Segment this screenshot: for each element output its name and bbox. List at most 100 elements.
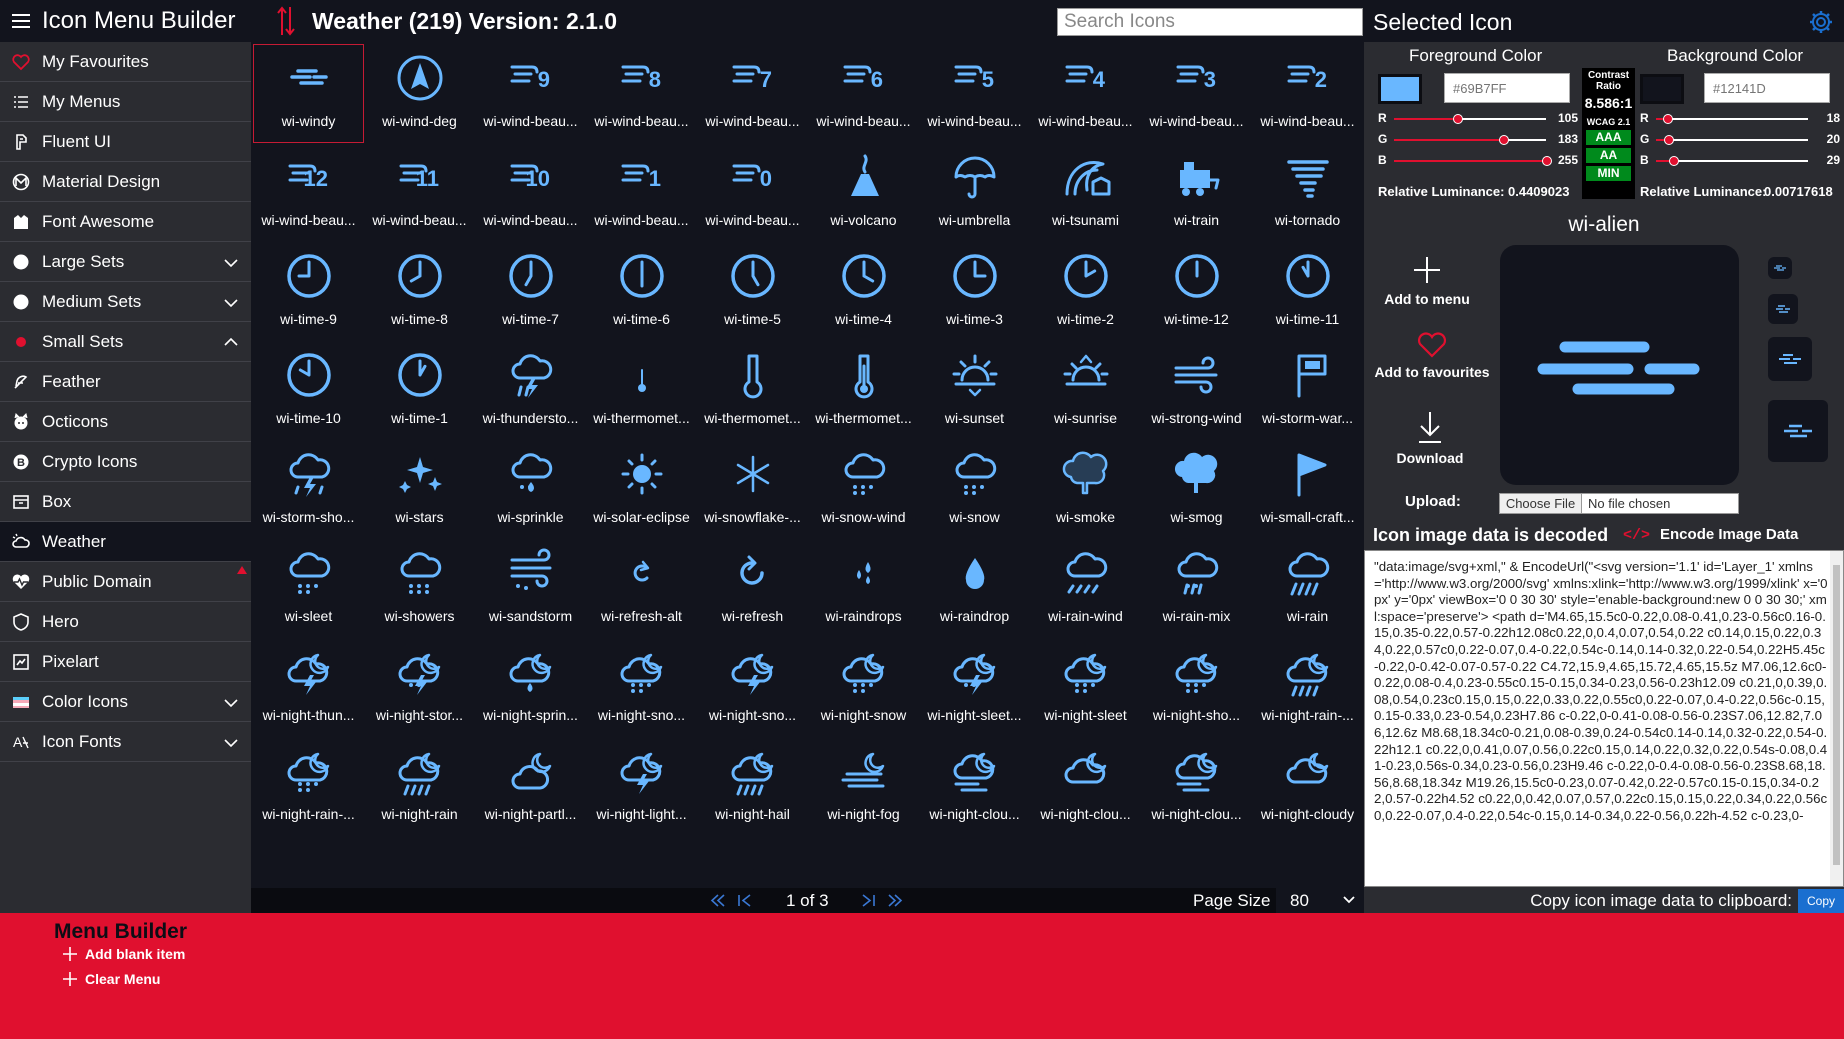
icon-tile[interactable]: wi-time-10 — [253, 341, 364, 440]
icon-tile[interactable]: wi-showers — [364, 539, 475, 638]
foreground-hex-input[interactable] — [1444, 73, 1570, 103]
icon-tile[interactable]: wi-raindrop — [919, 539, 1030, 638]
icon-tile[interactable]: wi-night-thun... — [253, 638, 364, 737]
icon-tile[interactable]: wi-time-12 — [1141, 242, 1252, 341]
icon-tile[interactable]: wi-windy — [253, 44, 364, 143]
sidebar-item-large-sets[interactable]: Large Sets — [0, 242, 251, 282]
preview-size-xs[interactable] — [1768, 257, 1792, 279]
add-to-menu-button[interactable]: Add to menu — [1375, 255, 1479, 307]
icon-tile[interactable]: wi-snow — [919, 440, 1030, 539]
icon-tile[interactable]: wi-time-8 — [364, 242, 475, 341]
slider-thumb[interactable] — [1664, 135, 1674, 145]
icon-tile[interactable]: wi-thermomet... — [586, 341, 697, 440]
icon-tile[interactable]: wi-sunset — [919, 341, 1030, 440]
icon-tile[interactable]: wi-night-rain-... — [1252, 638, 1363, 737]
icon-tile[interactable]: wi-strong-wind — [1141, 341, 1252, 440]
sidebar-item-hero[interactable]: Hero — [0, 602, 251, 642]
icon-tile[interactable]: wi-train — [1141, 143, 1252, 242]
icon-tile[interactable]: wi-umbrella — [919, 143, 1030, 242]
icon-tile[interactable]: wi-thermomet... — [808, 341, 919, 440]
icon-tile[interactable]: wi-rain-mix — [1141, 539, 1252, 638]
last-page-icon[interactable] — [886, 892, 904, 909]
add-blank-item-button[interactable]: Add blank item — [63, 946, 185, 962]
sidebar-item-octicons[interactable]: Octicons — [0, 402, 251, 442]
icon-tile[interactable]: wi-raindrops — [808, 539, 919, 638]
icon-tile[interactable]: 10 wi-wind-beau... — [475, 143, 586, 242]
chevron-down-icon[interactable] — [211, 682, 251, 722]
icon-tile[interactable]: wi-night-sno... — [697, 638, 808, 737]
sidebar-item-material-design[interactable]: Material Design — [0, 162, 251, 202]
icon-tile[interactable]: wi-time-3 — [919, 242, 1030, 341]
icon-tile[interactable]: wi-time-11 — [1252, 242, 1363, 341]
clear-menu-button[interactable]: Clear Menu — [63, 971, 160, 987]
slider-thumb[interactable] — [1453, 114, 1463, 124]
scroll-thumb[interactable] — [1833, 565, 1840, 865]
chevron-down-icon[interactable] — [211, 242, 251, 282]
icon-tile[interactable]: wi-rain — [1252, 539, 1363, 638]
icon-tile[interactable]: wi-thundersto... — [475, 341, 586, 440]
icon-tile[interactable]: wi-night-sno... — [586, 638, 697, 737]
next-page-icon[interactable] — [859, 892, 877, 909]
icon-tile[interactable]: 6 wi-wind-beau... — [808, 44, 919, 143]
search-input[interactable] — [1057, 8, 1363, 36]
hamburger-menu-icon[interactable] — [0, 0, 42, 42]
icon-tile[interactable]: 8 wi-wind-beau... — [586, 44, 697, 143]
icon-tile[interactable]: wi-volcano — [808, 143, 919, 242]
icon-tile[interactable]: 2 wi-wind-beau... — [1252, 44, 1363, 143]
icon-tile[interactable]: wi-night-sleet — [1030, 638, 1141, 737]
icon-tile[interactable]: wi-small-craft... — [1252, 440, 1363, 539]
preview-size-sm[interactable] — [1768, 294, 1798, 324]
icon-tile[interactable]: wi-night-hail — [697, 737, 808, 836]
icon-tile[interactable]: wi-time-2 — [1030, 242, 1141, 341]
icon-tile[interactable]: wi-refresh — [697, 539, 808, 638]
icon-tile[interactable]: wi-night-rain — [364, 737, 475, 836]
icon-tile[interactable]: wi-refresh-alt — [586, 539, 697, 638]
icon-tile[interactable]: wi-sleet — [253, 539, 364, 638]
icon-tile[interactable]: wi-night-sleet... — [919, 638, 1030, 737]
icon-tile[interactable]: wi-night-clou... — [1141, 737, 1252, 836]
icon-tile[interactable]: wi-night-light... — [586, 737, 697, 836]
sidebar-item-fluent-ui[interactable]: Fluent UI — [0, 122, 251, 162]
icon-tile[interactable]: wi-night-clou... — [1030, 737, 1141, 836]
icon-tile[interactable]: wi-time-1 — [364, 341, 475, 440]
icon-tile[interactable]: 9 wi-wind-beau... — [475, 44, 586, 143]
previous-page-icon[interactable] — [736, 892, 754, 909]
icon-tile[interactable]: wi-storm-war... — [1252, 341, 1363, 440]
icon-tile[interactable]: wi-night-partl... — [475, 737, 586, 836]
preview-size-lg[interactable] — [1768, 400, 1828, 462]
sidebar-item-icon-fonts[interactable]: A Icon Fonts — [0, 722, 251, 762]
icon-tile[interactable]: 1 wi-wind-beau... — [586, 143, 697, 242]
slider-thumb[interactable] — [1663, 114, 1673, 124]
icon-tile[interactable]: wi-tsunami — [1030, 143, 1141, 242]
icon-tile[interactable]: wi-time-6 — [586, 242, 697, 341]
icon-tile[interactable]: 4 wi-wind-beau... — [1030, 44, 1141, 143]
icon-tile[interactable]: wi-time-5 — [697, 242, 808, 341]
icon-tile[interactable]: wi-night-sprin... — [475, 638, 586, 737]
icon-tile[interactable]: wi-tornado — [1252, 143, 1363, 242]
icon-tile[interactable]: wi-night-clou... — [919, 737, 1030, 836]
icon-tile[interactable]: wi-time-9 — [253, 242, 364, 341]
icon-tile[interactable]: wi-smog — [1141, 440, 1252, 539]
sidebar-item-weather[interactable]: Weather — [0, 522, 251, 562]
background-color-swatch[interactable] — [1640, 74, 1684, 104]
icon-tile[interactable]: 3 wi-wind-beau... — [1141, 44, 1252, 143]
sidebar-item-pixelart[interactable]: Pixelart — [0, 642, 251, 682]
choose-file-button[interactable]: Choose File — [1500, 494, 1582, 513]
chevron-up-icon[interactable] — [211, 322, 251, 362]
image-data-textarea[interactable]: "data:image/svg+xml," & EncodeUrl("<svg … — [1364, 550, 1844, 887]
sidebar-item-crypto-icons[interactable]: B Crypto Icons — [0, 442, 251, 482]
sidebar-item-medium-sets[interactable]: Medium Sets — [0, 282, 251, 322]
slider-thumb[interactable] — [1669, 156, 1679, 166]
icon-tile[interactable]: wi-snowflake-... — [697, 440, 808, 539]
file-input[interactable]: Choose File No file chosen — [1499, 493, 1739, 514]
icon-tile[interactable]: wi-solar-eclipse — [586, 440, 697, 539]
icon-tile[interactable]: 0 wi-wind-beau... — [697, 143, 808, 242]
sidebar-item-font-awesome[interactable]: Font Awesome — [0, 202, 251, 242]
chevron-down-icon[interactable] — [211, 722, 251, 762]
icon-tile[interactable]: wi-sandstorm — [475, 539, 586, 638]
icon-tile[interactable]: wi-sunrise — [1030, 341, 1141, 440]
icon-tile[interactable]: 12 wi-wind-beau... — [253, 143, 364, 242]
first-page-icon[interactable] — [709, 892, 727, 909]
sidebar-item-small-sets[interactable]: Small Sets — [0, 322, 251, 362]
download-button[interactable]: Download — [1385, 410, 1475, 466]
